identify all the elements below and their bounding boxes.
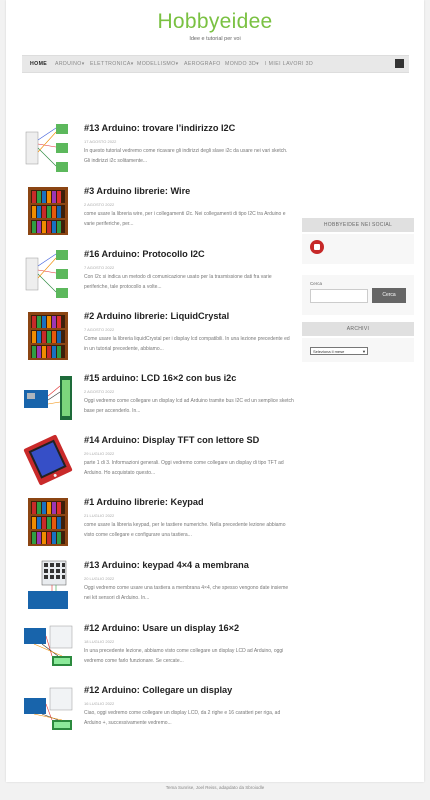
youtube-icon[interactable] <box>310 240 324 254</box>
post-date: 29 LUGLIO 2022 <box>84 451 115 456</box>
post-item: #13 Arduino: keypad 4×4 a membrana 20 LU… <box>22 559 288 611</box>
post-thumbnail[interactable] <box>22 684 74 736</box>
post-title[interactable]: #1 Arduino librerie: Keypad <box>84 497 294 507</box>
post-date: 2 AGOSTO 2022 <box>84 389 115 394</box>
post-date: 20 LUGLIO 2022 <box>84 576 115 581</box>
post-item: #12 Arduino: Usare un display 16×2 18 LU… <box>22 622 287 674</box>
post-date: 17 AGOSTO 2022 <box>84 139 117 144</box>
post-date: 2 AGOSTO 2022 <box>84 202 115 207</box>
archive-widget: Seleziona il mese ▼ <box>302 338 414 362</box>
post-date: 18 LUGLIO 2022 <box>84 639 115 644</box>
post-excerpt: In una precedente lezione, abbiamo visto… <box>84 648 284 664</box>
post-item: #1 Arduino librerie: Keypad 21 LUGLIO 20… <box>22 496 287 548</box>
post-excerpt: Oggi vedremo come collegare un display l… <box>84 398 294 414</box>
post-excerpt: parte 1 di 3. Informazioni generali. Ogg… <box>84 460 284 476</box>
nav-item-arduino[interactable]: ARDUINO▾ <box>55 61 85 67</box>
social-widget-title: HOBBYEIDEE NEI SOCIAL <box>302 218 414 232</box>
post-excerpt: Come usare la libreria liquidCrystal per… <box>84 336 290 352</box>
post-thumbnail[interactable] <box>22 559 74 611</box>
post-thumbnail[interactable] <box>22 372 74 424</box>
main-nav: HOME ARDUINO▾ ELETTRONICA▾ MODELLISMO▾ A… <box>22 55 409 73</box>
chevron-down-icon: ▾ <box>175 61 179 67</box>
post-date: 21 LUGLIO 2022 <box>84 513 115 518</box>
post-excerpt: Ciao, oggi vedremo come collegare un dis… <box>84 710 281 726</box>
nav-item-lavori-3d[interactable]: I MIEI LAVORI 3D <box>265 61 313 67</box>
search-label: Cerca <box>310 281 323 286</box>
chevron-down-icon: ▼ <box>362 349 366 354</box>
post-excerpt: come usare la libreria keypad, per le ta… <box>84 522 286 538</box>
nav-item-modellismo[interactable]: MODELLISMO▾ <box>137 61 179 67</box>
post-title[interactable]: #13 Arduino: trovare l’indirizzo I2C <box>84 123 294 133</box>
post-title[interactable]: #3 Arduino librerie: Wire <box>84 186 294 196</box>
nav-item-aerografo[interactable]: AEROGRAFO <box>184 61 221 67</box>
post-title[interactable]: #12 Arduino: Collegare un display <box>84 685 294 695</box>
post-date: 16 LUGLIO 2022 <box>84 701 115 706</box>
nav-item-elettronica[interactable]: ELETTRONICA▾ <box>90 61 134 67</box>
post-thumbnail[interactable] <box>22 434 74 486</box>
site-tagline: Idee e tutorial per voi <box>189 36 241 42</box>
nav-item-mondo-3d[interactable]: MONDO 3D▾ <box>225 61 259 67</box>
search-button[interactable]: Cerca <box>372 288 406 303</box>
post-item: #13 Arduino: trovare l’indirizzo I2C 17 … <box>22 122 287 174</box>
search-toggle-icon[interactable] <box>395 59 404 68</box>
post-title[interactable]: #16 Arduino: Protocollo I2C <box>84 249 294 259</box>
post-date: 7 AGOSTO 2022 <box>84 265 115 270</box>
post-item: #3 Arduino librerie: Wire 2 AGOSTO 2022 … <box>22 185 287 237</box>
post-item: #16 Arduino: Protocollo I2C 7 AGOSTO 202… <box>22 248 287 300</box>
post-excerpt: In questo tutorial vedremo come ricavare… <box>84 148 288 164</box>
site-footer: Tema Sunrise, Joel Reiss, adapdato da Sb… <box>165 785 265 790</box>
post-title[interactable]: #15 arduino: LCD 16×2 con bus i2c <box>84 373 294 383</box>
search-input[interactable] <box>310 289 368 303</box>
post-thumbnail[interactable] <box>22 310 74 362</box>
post-title[interactable]: #13 Arduino: keypad 4×4 a membrana <box>84 560 294 570</box>
post-item: #12 Arduino: Collegare un display 16 LUG… <box>22 684 287 736</box>
post-thumbnail[interactable] <box>22 248 74 300</box>
search-widget: Cerca Cerca <box>302 275 414 315</box>
post-item: #14 Arduino: Display TFT con lettore SD … <box>22 434 287 486</box>
post-thumbnail[interactable] <box>22 622 74 674</box>
chevron-down-icon: ▾ <box>130 61 134 67</box>
post-thumbnail[interactable] <box>22 496 74 548</box>
chevron-down-icon: ▾ <box>256 61 260 67</box>
site-title[interactable]: Hobbyeidee <box>6 10 424 34</box>
chevron-down-icon: ▾ <box>81 61 85 67</box>
archive-widget-title: ARCHIVI <box>302 322 414 336</box>
post-title[interactable]: #12 Arduino: Usare un display 16×2 <box>84 623 294 633</box>
page: Hobbyeidee Idee e tutorial per voi HOME … <box>6 0 424 782</box>
post-item: #15 arduino: LCD 16×2 con bus i2c 2 AGOS… <box>22 372 294 424</box>
archive-select[interactable]: Seleziona il mese ▼ <box>310 347 368 355</box>
post-date: 7 AGOSTO 2022 <box>84 327 115 332</box>
post-item: #2 Arduino librerie: LiquidCrystal 7 AGO… <box>22 310 290 362</box>
social-widget <box>302 234 414 264</box>
post-excerpt: Oggi vedremo come usare una tastiera a m… <box>84 585 289 601</box>
post-title[interactable]: #2 Arduino librerie: LiquidCrystal <box>84 311 294 321</box>
post-thumbnail[interactable] <box>22 185 74 237</box>
post-thumbnail[interactable] <box>22 122 74 174</box>
post-excerpt: Con I2c si indica un metodo di comunicaz… <box>84 274 272 290</box>
nav-item-home[interactable]: HOME <box>30 61 47 67</box>
post-excerpt: come usare la libreria wire, per i colle… <box>84 211 286 227</box>
post-title[interactable]: #14 Arduino: Display TFT con lettore SD <box>84 435 294 445</box>
